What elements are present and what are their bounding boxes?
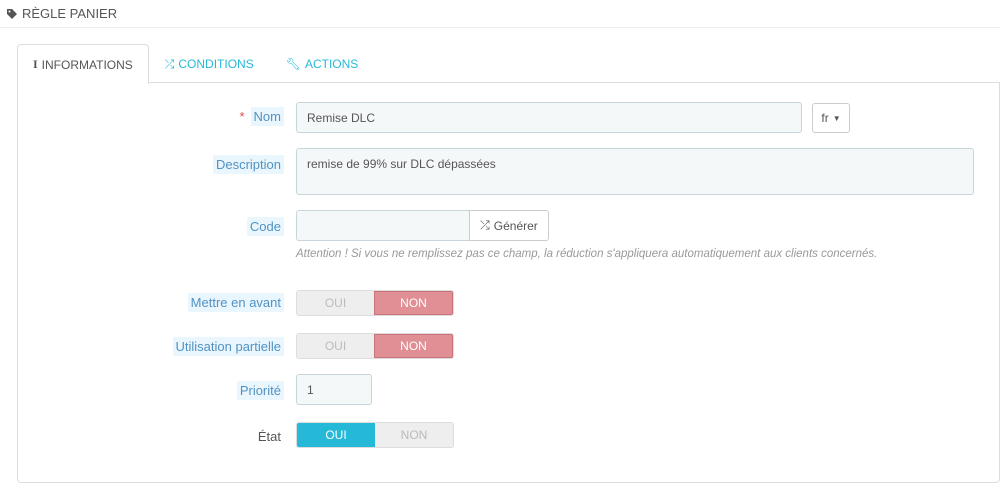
info-icon: i (33, 57, 38, 71)
switch-oui[interactable]: OUI (297, 334, 374, 358)
form-panel: * Nom Remise DLC fr ▼ Description remise d… (17, 82, 1000, 483)
tab-actions[interactable]: 🔧︎ Actions (270, 44, 375, 83)
priority-label: Priorité (236, 381, 284, 400)
switch-non[interactable]: NON (374, 334, 453, 358)
generate-button[interactable]: ⤮ Générer (469, 210, 549, 241)
divider (0, 27, 1000, 28)
tab-label: Conditions (178, 57, 254, 71)
tab-informations[interactable]: i Informations (17, 44, 149, 84)
switch-non[interactable]: NON (375, 423, 453, 447)
page-title: Règle panier (6, 6, 117, 21)
title-text: Règle panier (22, 6, 118, 21)
generate-label: Générer (493, 218, 538, 233)
code-hint: Attention ! Si vous ne remplissez pas ce… (296, 248, 878, 260)
shuffle-icon: ⤮ (164, 56, 175, 71)
required-asterisk: * (239, 109, 245, 124)
name-input[interactable]: Remise DLC (296, 102, 802, 133)
description-textarea[interactable]: remise de 99% sur DLC dépassées (296, 148, 974, 195)
switch-non[interactable]: NON (374, 291, 453, 315)
shuffle-icon: ⤮ (480, 218, 490, 232)
name-label-wrap: * Nom (239, 107, 284, 126)
tab-label: Actions (304, 57, 359, 71)
description-label: Description (212, 155, 284, 174)
highlight-label: Mettre en avant (187, 293, 284, 312)
switch-oui[interactable]: OUI (297, 423, 375, 447)
status-label: État (257, 429, 281, 444)
code-input[interactable] (296, 210, 471, 241)
wrench-icon: 🔧︎ (285, 57, 301, 71)
switch-oui[interactable]: OUI (297, 291, 374, 315)
tab-label: Informations (41, 57, 133, 72)
language-dropdown[interactable]: fr ▼ (812, 103, 850, 133)
code-label: Code (246, 217, 284, 236)
status-switch[interactable]: OUI NON (296, 422, 454, 448)
tab-conditions[interactable]: ⤮ Conditions (149, 44, 270, 83)
priority-input[interactable]: 1 (296, 374, 372, 405)
partial-use-switch[interactable]: OUI NON (296, 333, 454, 359)
tab-bar: i Informations ⤮ Conditions 🔧︎ Actions (17, 44, 374, 84)
name-label: Nom (250, 107, 284, 126)
highlight-switch[interactable]: OUI NON (296, 290, 454, 316)
language-value: fr (821, 111, 829, 125)
caret-down-icon: ▼ (832, 113, 841, 123)
partial-use-label: Utilisation partielle (172, 337, 284, 356)
tag-icon (7, 8, 17, 19)
